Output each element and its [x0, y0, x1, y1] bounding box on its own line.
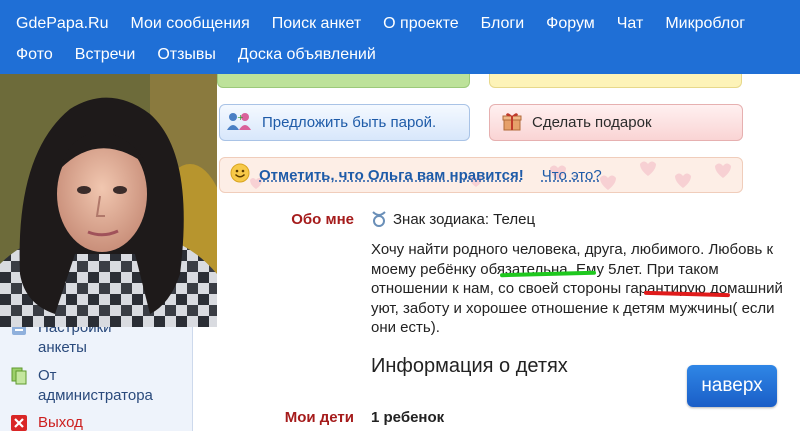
sidebar-item-label: От — [38, 367, 57, 384]
nav-item-photo[interactable]: Фото — [16, 46, 53, 64]
sidebar-item-label: Выход — [38, 414, 83, 431]
about-label: Обо мне — [291, 211, 354, 228]
sidebar-item-admin[interactable]: От администратора — [10, 366, 190, 406]
nav-item-forum[interactable]: Форум — [546, 15, 595, 33]
zodiac-sign: Знак зодиака: Телец — [371, 210, 535, 228]
yellow-button-strip[interactable] — [489, 74, 742, 88]
top-navigation: GdePapa.Ru Мои сообщения Поиск анкет О п… — [0, 0, 800, 74]
nav-item-search[interactable]: Поиск анкет — [272, 15, 361, 33]
nav-item-microblog[interactable]: Микроблог — [665, 15, 745, 33]
nav-item-messages[interactable]: Мои сообщения — [131, 15, 250, 33]
like-link[interactable]: Отметить, что Ольга вам нравится! — [259, 167, 524, 184]
scroll-top-button[interactable]: наверх — [687, 365, 777, 407]
what-is-this-link[interactable]: Что это? — [542, 167, 602, 184]
sidebar-item-label: администратора — [38, 387, 153, 404]
propose-pair-button[interactable]: + Предложить быть парой. — [219, 104, 470, 141]
smiley-icon — [230, 163, 250, 188]
nav-item-chat[interactable]: Чат — [617, 15, 644, 33]
green-button-strip[interactable] — [217, 74, 470, 88]
documents-icon — [10, 367, 28, 385]
nav-item-board[interactable]: Доска объявлений — [238, 46, 376, 64]
nav-item-reviews[interactable]: Отзывы — [157, 46, 216, 64]
like-bar: Отметить, что Ольга вам нравится! Что эт… — [219, 157, 743, 193]
children-section-title: Информация о детях — [371, 355, 568, 377]
nav-row-1: GdePapa.Ru Мои сообщения Поиск анкет О п… — [0, 8, 751, 40]
children-label: Мои дети — [284, 409, 354, 426]
zodiac-text: Знак зодиака: Телец — [393, 210, 536, 228]
make-gift-button[interactable]: Сделать подарок — [489, 104, 743, 141]
about-text: Хочу найти родного человека, друга, люби… — [371, 241, 783, 336]
nav-item-about[interactable]: О проекте — [383, 15, 458, 33]
nav-row-2: Фото Встречи Отзывы Доска объявлений — [0, 39, 382, 71]
propose-pair-label: Предложить быть парой. — [262, 114, 437, 131]
couple-icon: + — [226, 111, 252, 135]
profile-photo — [0, 74, 217, 327]
nav-item-home[interactable]: GdePapa.Ru — [16, 15, 109, 33]
close-icon — [10, 414, 28, 431]
nav-item-blogs[interactable]: Блоги — [481, 15, 525, 33]
children-value: 1 ребенок — [371, 409, 445, 426]
sidebar-item-label: анкеты — [38, 339, 87, 356]
taurus-icon — [372, 211, 386, 227]
make-gift-label: Сделать подарок — [532, 114, 652, 131]
svg-text:+: + — [237, 113, 244, 122]
sidebar-item-exit[interactable]: Выход — [10, 413, 190, 431]
gift-icon — [502, 111, 522, 135]
nav-item-meetings[interactable]: Встречи — [75, 46, 136, 64]
